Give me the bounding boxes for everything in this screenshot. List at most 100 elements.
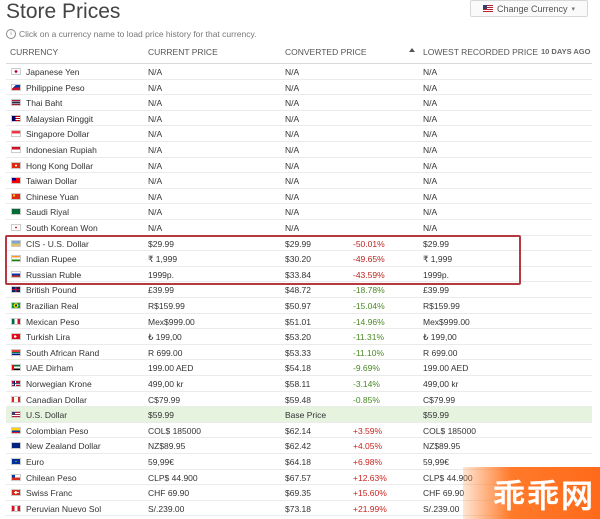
currency-name[interactable]: Malaysian Ringgit <box>26 114 93 124</box>
lowest-price: N/A <box>423 207 438 218</box>
current-price: N/A <box>148 145 163 155</box>
current-price: N/A <box>148 113 163 124</box>
current-price: 199.00 AED <box>148 363 194 374</box>
table-header: CURRENCY CURRENT PRICE CONVERTED PRICE L… <box>0 43 600 59</box>
table-row: Taiwan Dollar N/A N/A N/A <box>6 173 592 189</box>
current-price: £39.99 <box>148 285 174 296</box>
currency-name[interactable]: Indonesian Rupiah <box>26 145 97 155</box>
table-row: Indian Rupee ₹ 1,999 $30.20 -49.65% ₹ 1,999 <box>6 251 592 267</box>
price-change: -3.14% <box>353 379 380 389</box>
current-price: 1999p. <box>148 269 174 280</box>
currency-name[interactable]: Swiss Franc <box>26 488 72 498</box>
current-price: $29.99 <box>148 238 174 249</box>
converted-price: N/A <box>285 191 300 202</box>
lowest-price: N/A <box>423 113 438 124</box>
current-price: N/A <box>148 191 163 202</box>
table-row: Thai Baht N/A N/A N/A <box>6 95 592 111</box>
table-row: Japanese Yen N/A N/A N/A <box>6 64 592 80</box>
converted-price: $29.99 <box>285 238 311 249</box>
lowest-price: 199.00 AED <box>423 363 469 374</box>
converted-price: N/A <box>285 129 300 140</box>
table-row: New Zealand Dollar NZ$89.95 $62.42 +4.05% NZ… <box>6 438 592 454</box>
currency-name[interactable]: Turkish Lira <box>26 332 70 342</box>
converted-price: $54.18 <box>285 363 311 374</box>
converted-price: $59.48 <box>285 394 311 405</box>
currency-name[interactable]: South African Rand <box>26 348 99 358</box>
currency-name[interactable]: Canadian Dollar <box>26 395 87 405</box>
converted-price: N/A <box>285 176 300 187</box>
converted-price: $50.97 <box>285 301 311 311</box>
cn-flag-icon <box>11 192 21 200</box>
sort-ascending-icon[interactable] <box>409 48 415 52</box>
lowest-price: R 699.00 <box>423 347 458 358</box>
table-row: U.S. Dollar $59.99 Base Price $59.99 <box>6 407 592 423</box>
lowest-price: COL$ 185000 <box>423 425 476 436</box>
lowest-price: $59.99 <box>423 410 449 421</box>
converted-price: N/A <box>285 145 300 155</box>
price-change: -14.96% <box>353 316 385 327</box>
col-current-price[interactable]: CURRENT PRICE <box>148 47 218 57</box>
converted-price: $53.33 <box>285 347 311 358</box>
currency-name[interactable]: Thai Baht <box>26 98 62 108</box>
price-change: +12.63% <box>353 472 387 483</box>
price-change: -50.01% <box>353 238 385 249</box>
ru-flag-icon <box>11 270 21 278</box>
currency-name[interactable]: Norwegian Krone <box>26 379 92 389</box>
change-currency-button[interactable]: Change Currency ▾ <box>470 0 588 17</box>
currency-name[interactable]: Philippine Peso <box>26 83 85 93</box>
cl-flag-icon <box>11 473 21 481</box>
currency-name[interactable]: CIS - U.S. Dollar <box>26 239 89 249</box>
current-price: N/A <box>148 67 163 77</box>
price-change: -9.69% <box>353 363 380 374</box>
price-change: +21.99% <box>353 503 387 514</box>
currency-name[interactable]: Brazilian Real <box>26 301 78 311</box>
th-flag-icon <box>11 99 21 107</box>
currency-name[interactable]: U.S. Dollar <box>26 410 67 420</box>
currency-name[interactable]: Indian Rupee <box>26 254 77 264</box>
currency-name[interactable]: Japanese Yen <box>26 67 79 77</box>
eu-flag-icon <box>11 458 21 465</box>
currency-name[interactable]: Chinese Yuan <box>26 192 79 202</box>
ca-flag-icon <box>11 395 21 403</box>
info-icon: i <box>6 29 16 39</box>
current-price: R$159.99 <box>148 301 185 311</box>
currency-name[interactable]: Peruvian Nuevo Sol <box>26 504 101 514</box>
currency-name[interactable]: Mexican Peso <box>26 317 79 327</box>
lowest-price: 499,00 kr <box>423 379 459 389</box>
mx-flag-icon <box>11 317 21 325</box>
lowest-price: N/A <box>423 82 438 93</box>
table-row: CIS - U.S. Dollar $29.99 $29.99 -50.01% $29.… <box>6 236 592 252</box>
currency-name[interactable]: UAE Dirham <box>26 363 73 373</box>
converted-price: $30.20 <box>285 254 311 265</box>
currency-name[interactable]: South Korean Won <box>26 223 98 233</box>
converted-price: $62.14 <box>285 425 311 436</box>
lowest-price: N/A <box>423 67 438 77</box>
lowest-price: N/A <box>423 191 438 202</box>
table-row: Singapore Dollar N/A N/A N/A <box>6 126 592 142</box>
currency-name[interactable]: New Zealand Dollar <box>26 441 101 451</box>
currency-name[interactable]: Hong Kong Dollar <box>26 161 93 171</box>
current-price: S/.239.00 <box>148 503 185 514</box>
currency-name[interactable]: British Pound <box>26 285 77 295</box>
price-change: +3.59% <box>353 425 383 436</box>
currency-name[interactable]: Singapore Dollar <box>26 129 89 139</box>
currency-name[interactable]: Colombian Peso <box>26 426 88 436</box>
table-row: Hong Kong Dollar N/A N/A N/A <box>6 158 592 174</box>
currency-name[interactable]: Taiwan Dollar <box>26 176 77 186</box>
current-price: N/A <box>148 160 163 171</box>
col-currency[interactable]: CURRENCY <box>10 47 58 57</box>
table-row: British Pound £39.99 $48.72 -18.78% £39.99 <box>6 282 592 298</box>
col-converted-price[interactable]: CONVERTED PRICE <box>285 47 367 57</box>
currency-name[interactable]: Chilean Peso <box>26 473 77 483</box>
currency-name[interactable]: Euro <box>26 457 44 467</box>
currency-name[interactable]: Saudi Riyal <box>26 207 69 217</box>
table-row: Norwegian Krone 499,00 kr $58.11 -3.14% 499,… <box>6 376 592 392</box>
gb-flag-icon <box>11 286 21 294</box>
current-price: NZ$89.95 <box>148 441 186 452</box>
table-row: Colombian Peso COL$ 185000 $62.14 +3.59% COL… <box>6 423 592 439</box>
hk-flag-icon <box>11 161 21 169</box>
lowest-price: N/A <box>423 129 438 140</box>
converted-price: $33.84 <box>285 269 311 280</box>
col-lowest-price[interactable]: LOWEST RECORDED PRICE <box>423 47 538 57</box>
currency-name[interactable]: Russian Ruble <box>26 270 81 280</box>
